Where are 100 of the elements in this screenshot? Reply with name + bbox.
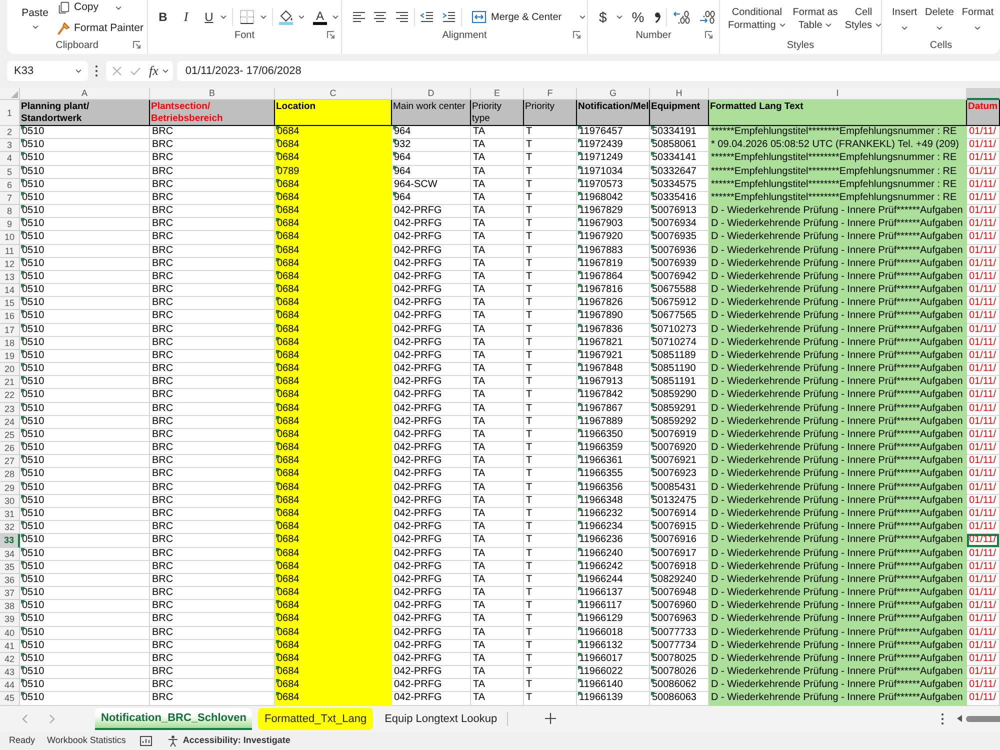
name-box[interactable]: K33	[7, 61, 88, 81]
row-header[interactable]: 17	[0, 324, 20, 337]
caret-icon[interactable]	[162, 69, 170, 73]
column-header[interactable]: B	[150, 88, 275, 100]
row-header[interactable]: 15	[0, 297, 20, 310]
row-header[interactable]: 13	[0, 270, 20, 284]
row-header[interactable]: 3	[0, 139, 20, 152]
caret-icon[interactable]	[220, 15, 227, 19]
row-header[interactable]: 23	[0, 402, 20, 416]
column-header[interactable]: D	[392, 88, 471, 100]
paste-button[interactable]: Paste	[19, 0, 51, 38]
row-header[interactable]: 41	[0, 640, 20, 653]
row-header[interactable]: 2	[0, 126, 20, 140]
cells-button[interactable]: Format	[962, 7, 994, 30]
row-header[interactable]: 29	[0, 482, 20, 495]
caret-icon[interactable]	[332, 15, 339, 19]
row-header[interactable]: 8	[0, 205, 20, 218]
increase-indent-icon[interactable]	[442, 12, 455, 22]
sheet-tab[interactable]: Notification_BRC_Schloven	[95, 708, 252, 730]
row-header[interactable]: 21	[0, 376, 20, 390]
percent-button[interactable]: %	[632, 9, 644, 25]
caret-icon[interactable]	[260, 15, 267, 19]
row-header[interactable]: 27	[0, 455, 20, 468]
column-header[interactable]	[967, 88, 1000, 100]
sheet-tab[interactable]: Equip Longtext Lookup	[378, 708, 504, 730]
row-header[interactable]: 9	[0, 218, 20, 232]
statistics-icon[interactable]	[140, 736, 152, 746]
row-header[interactable]: 45	[0, 692, 20, 706]
align-center-icon[interactable]	[373, 12, 387, 22]
row-header[interactable]: 14	[0, 284, 20, 298]
row-header[interactable]: 39	[0, 613, 20, 627]
insert-function-button[interactable]: fx	[149, 63, 158, 79]
row-header[interactable]: 30	[0, 494, 20, 508]
more-icon[interactable]	[941, 712, 944, 725]
row-header[interactable]: 38	[0, 600, 20, 614]
row-header[interactable]: 35	[0, 560, 20, 574]
row-header[interactable]: 19	[0, 350, 20, 364]
row-header[interactable]: 36	[0, 574, 20, 588]
underline-button[interactable]: U	[200, 7, 218, 27]
row-header[interactable]: 24	[0, 416, 20, 429]
row-header[interactable]: 4	[0, 152, 20, 166]
dialog-launcher-icon[interactable]	[705, 31, 713, 39]
column-header[interactable]: H	[650, 88, 709, 100]
row-header[interactable]: 5	[0, 166, 20, 179]
borders-icon[interactable]	[240, 10, 254, 24]
row-header[interactable]: 22	[0, 389, 20, 403]
row-header[interactable]: 28	[0, 468, 20, 482]
dialog-launcher-icon[interactable]	[133, 41, 141, 49]
row-header[interactable]: 40	[0, 626, 20, 640]
column-header[interactable]: A	[20, 88, 150, 100]
copy-button[interactable]: Copy	[57, 1, 99, 14]
merge-and-center-button[interactable]: Merge & Center	[469, 7, 589, 27]
row-header[interactable]: 16	[0, 310, 20, 324]
row-header[interactable]: 18	[0, 336, 20, 350]
column-header[interactable]: I	[709, 88, 967, 100]
workbook-statistics-button[interactable]: Workbook Statistics	[47, 735, 126, 746]
accessibility-icon[interactable]	[166, 734, 179, 747]
row-header[interactable]: 42	[0, 652, 20, 666]
caret-icon[interactable]	[298, 15, 305, 19]
decrease-indent-icon[interactable]	[420, 12, 433, 22]
row-header[interactable]: 6	[0, 178, 20, 192]
column-header[interactable]: F	[524, 88, 577, 100]
scrollbar-thumb[interactable]	[966, 716, 1000, 722]
sheet-tab[interactable]: Formatted_Txt_Lang	[258, 708, 373, 730]
column-header[interactable]: C	[275, 88, 392, 100]
row-header[interactable]: 44	[0, 679, 20, 692]
row-header[interactable]: 11	[0, 244, 20, 258]
style-button[interactable]: Format as Table	[792, 6, 838, 32]
more-icon[interactable]	[95, 65, 98, 77]
row-header[interactable]: 33	[0, 534, 20, 548]
font-color-button[interactable]: A	[312, 7, 328, 27]
dialog-launcher-icon[interactable]	[327, 31, 335, 39]
style-button[interactable]: Conditional Formatting	[728, 6, 786, 32]
row-header[interactable]: 25	[0, 428, 20, 442]
align-left-icon[interactable]	[352, 12, 366, 22]
row-header[interactable]: 12	[0, 258, 20, 271]
add-sheet-icon[interactable]	[545, 713, 556, 724]
row-header[interactable]: 10	[0, 231, 20, 245]
cells-button[interactable]: Insert	[892, 7, 918, 30]
cells-button[interactable]: Delete	[925, 7, 954, 30]
decrease-decimal-icon[interactable]	[698, 10, 716, 24]
formula-field[interactable]: 01/11/2023- 17/06/2028	[177, 61, 1000, 81]
column-header[interactable]: G	[577, 88, 650, 100]
currency-button[interactable]: $	[599, 9, 607, 25]
row-header[interactable]: 31	[0, 508, 20, 522]
dialog-launcher-icon[interactable]	[573, 31, 581, 39]
bold-button[interactable]: B	[154, 7, 172, 27]
italic-button[interactable]: I	[177, 7, 195, 27]
accessibility-button[interactable]: Accessibility: Investigate	[182, 735, 290, 746]
caret-icon[interactable]	[114, 6, 122, 10]
row-header[interactable]: 34	[0, 548, 20, 561]
row-header[interactable]: 20	[0, 363, 20, 376]
caret-icon[interactable]	[616, 15, 623, 19]
row-header[interactable]: 43	[0, 666, 20, 680]
scroll-left-icon[interactable]	[957, 715, 962, 722]
increase-decimal-icon[interactable]	[673, 10, 692, 24]
row-header[interactable]: 32	[0, 521, 20, 534]
format-painter-button[interactable]: Format Painter	[57, 22, 144, 35]
style-button[interactable]: Cell Styles	[844, 6, 882, 32]
column-header[interactable]: E	[471, 88, 524, 100]
